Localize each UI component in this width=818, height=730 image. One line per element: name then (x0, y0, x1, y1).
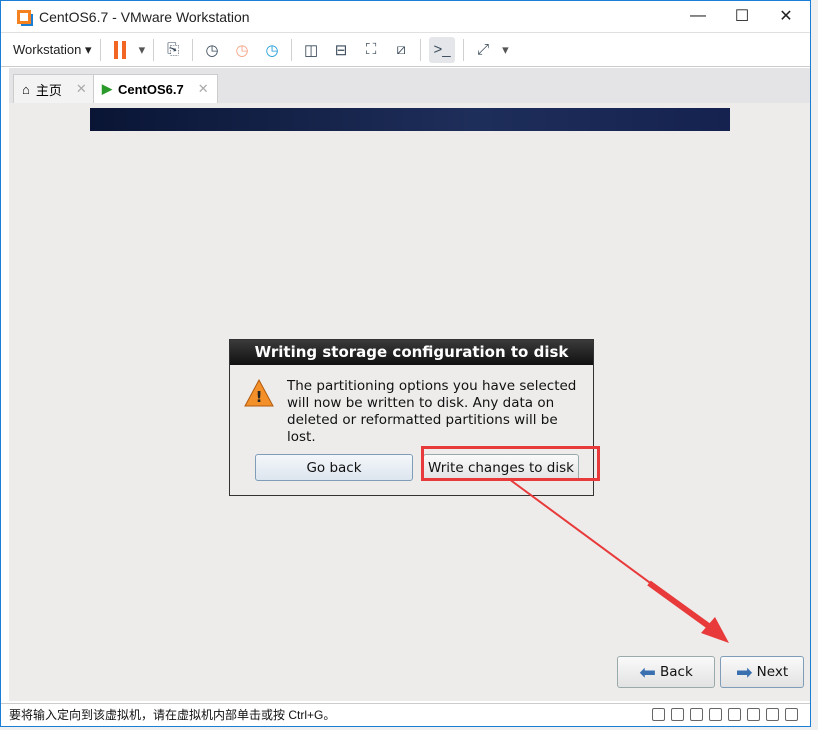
divider (420, 38, 422, 61)
usb-icon[interactable] (709, 708, 722, 721)
annotation-arrow (508, 478, 729, 643)
status-bar: 要将输入定向到该虚拟机，请在虚拟机内部单击或按 Ctrl+G。 (1, 703, 810, 725)
tab-home[interactable]: ⌂ 主页 ✕ (13, 74, 96, 103)
divider (291, 38, 293, 61)
toolbar: Workstation ▾ ▾ ⎘ ◷ ◷ ◷ ◫ ⊟ ⛶ ⧄ >_ ⤢ ▾ (1, 32, 810, 67)
divider (463, 38, 465, 61)
fullscreen-icon[interactable]: ⛶ (360, 39, 382, 61)
thumbnail-view-icon[interactable]: ⊟ (330, 39, 352, 61)
next-button[interactable]: ➡ Next (720, 656, 804, 688)
divider (99, 38, 101, 61)
console-icon[interactable]: >_ (429, 36, 456, 63)
pause-dropdown-icon[interactable]: ▾ (139, 42, 146, 58)
unity-icon[interactable]: ⧄ (390, 39, 412, 61)
close-tab-icon[interactable]: ✕ (198, 81, 209, 97)
workstation-menu[interactable]: Workstation ▾ (13, 42, 92, 58)
tab-label: 主页 (35, 82, 62, 98)
next-label: Next (756, 664, 789, 680)
status-text: 要将输入定向到该虚拟机，请在虚拟机内部单击或按 Ctrl+G。 (9, 708, 336, 722)
hard-disk-icon[interactable] (652, 708, 665, 721)
divider (153, 38, 155, 61)
printer-icon[interactable] (747, 708, 760, 721)
vm-running-icon: ▶ (102, 81, 112, 96)
close-button[interactable]: ✕ (764, 1, 808, 31)
minimize-button[interactable]: — (676, 1, 720, 31)
tab-bar: ⌂ 主页 ✕ ▶ CentOS6.7 ✕ (9, 68, 810, 103)
title-bar: CentOS6.7 - VMware Workstation — ☐ ✕ (1, 1, 810, 32)
tab-label: CentOS6.7 (118, 81, 184, 97)
message-icon[interactable] (785, 708, 798, 721)
stretch-icon[interactable]: ⤢ (472, 39, 494, 61)
close-tab-icon[interactable]: ✕ (76, 81, 87, 97)
next-arrow-icon: ➡ (735, 660, 753, 684)
divider (192, 38, 194, 61)
revert-snapshot-icon[interactable]: ◷ (231, 39, 253, 61)
back-button[interactable]: ⬅ Back (617, 656, 715, 688)
pause-icon[interactable] (109, 39, 131, 61)
maximize-button[interactable]: ☐ (720, 1, 764, 31)
window-title: CentOS6.7 - VMware Workstation (39, 8, 250, 25)
snapshot-manager-icon[interactable]: ◷ (261, 39, 283, 61)
device-icons (652, 708, 798, 721)
vm-display[interactable]: Writing storage configuration to disk ! … (9, 103, 810, 701)
workstation-label: Workstation (13, 41, 82, 57)
sidebar-view-icon[interactable]: ◫ (300, 39, 322, 61)
display-icon[interactable] (766, 708, 779, 721)
tab-centos[interactable]: ▶ CentOS6.7 ✕ (93, 74, 218, 103)
network-icon[interactable] (690, 708, 703, 721)
vmware-logo-icon (17, 9, 31, 24)
cd-drive-icon[interactable] (671, 708, 684, 721)
chevron-down-icon: ▾ (85, 41, 92, 57)
vmware-window: CentOS6.7 - VMware Workstation — ☐ ✕ Wor… (0, 0, 811, 727)
back-label: Back (659, 664, 693, 680)
snapshot-icon[interactable]: ◷ (201, 39, 223, 61)
send-ctrl-alt-del-icon[interactable]: ⎘ (162, 39, 184, 61)
sound-icon[interactable] (728, 708, 741, 721)
stretch-dropdown-icon[interactable]: ▾ (502, 42, 509, 58)
back-arrow-icon: ⬅ (639, 660, 656, 684)
home-icon: ⌂ (22, 81, 30, 97)
